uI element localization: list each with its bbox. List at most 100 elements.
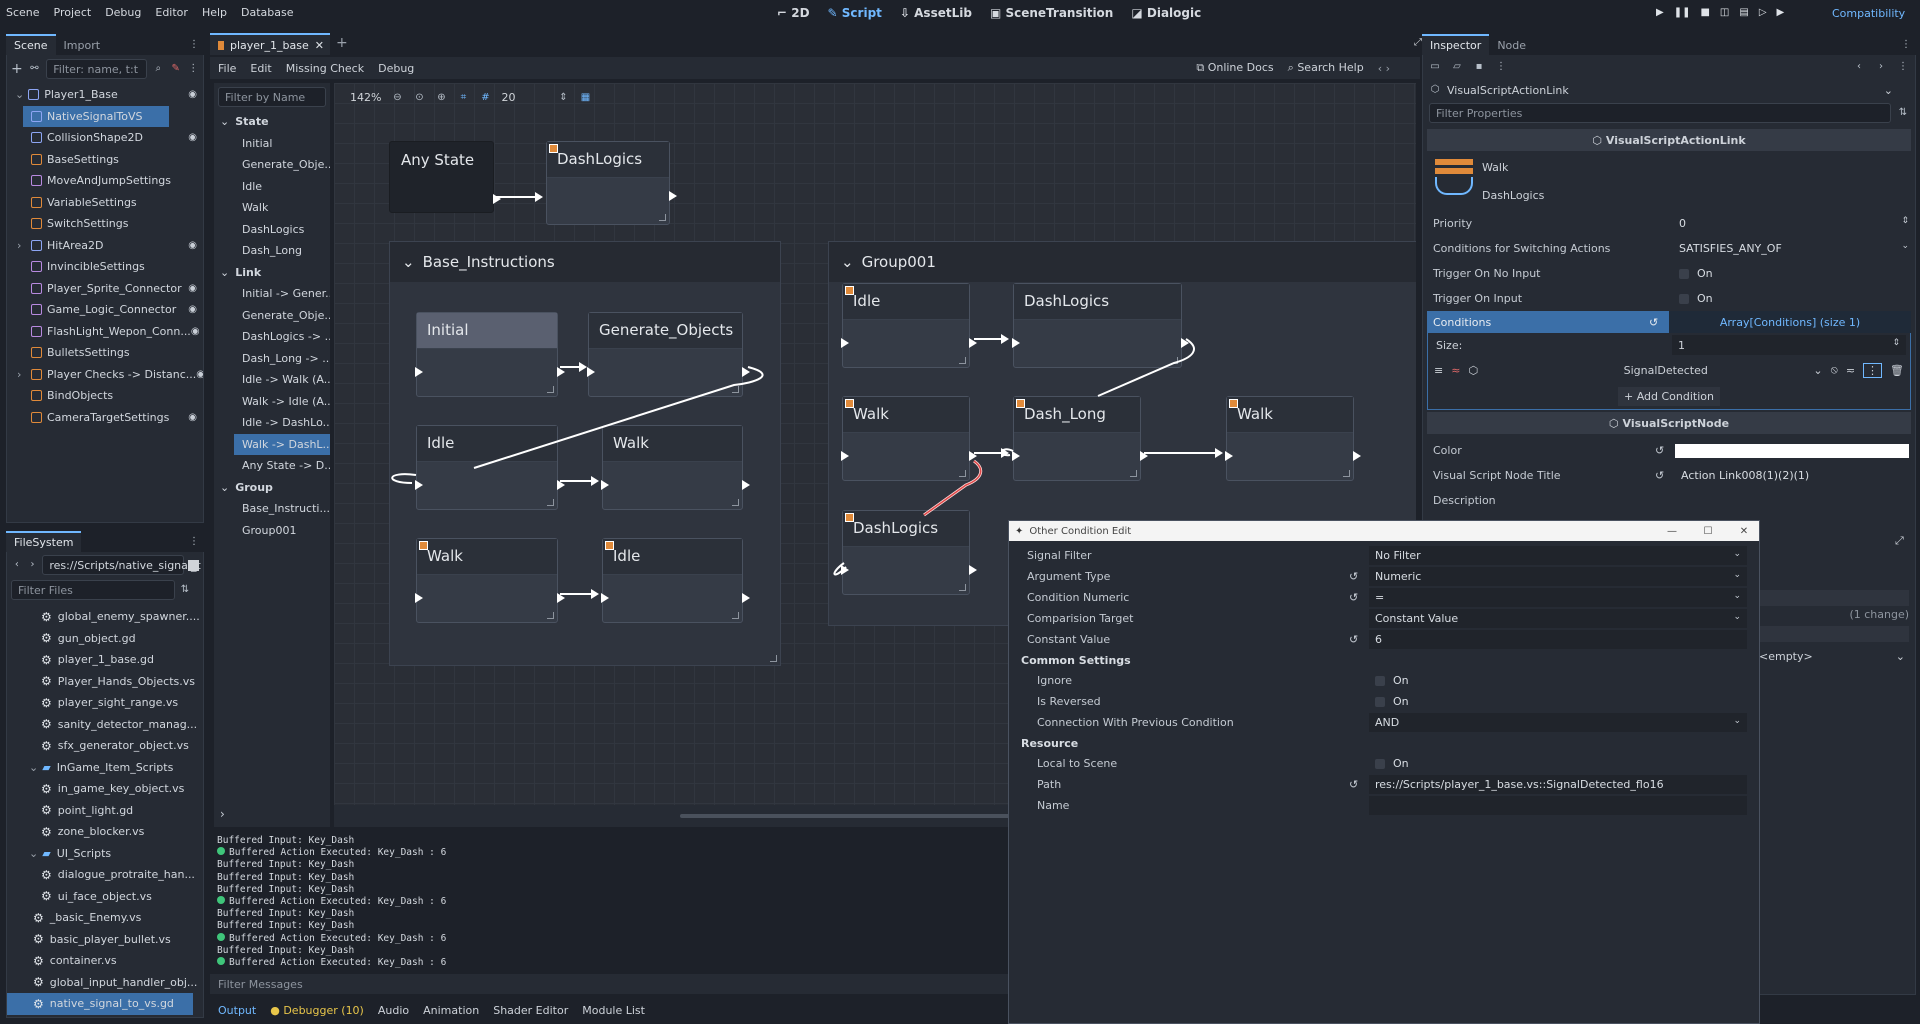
menu-editor[interactable]: Editor — [155, 6, 188, 19]
filter-properties-input[interactable]: Filter Properties — [1429, 103, 1891, 123]
chevron-down-icon[interactable]: ⌄ — [29, 761, 38, 774]
file-tree-item[interactable]: ⚙ _basic_Enemy.vs — [7, 907, 203, 929]
file-tree-item[interactable]: ⚙ point_light.gd — [7, 800, 203, 822]
dialog-value[interactable]: 6 — [1369, 630, 1747, 649]
outline-item[interactable]: Walk -> Idle (A... — [214, 391, 330, 413]
workspace-2d[interactable]: ⌐ 2D — [777, 6, 810, 20]
tab-filesystem[interactable]: FileSystem — [6, 531, 82, 552]
scene-tree-item[interactable]: InvincibleSettings — [7, 256, 203, 278]
link-icon[interactable]: ⚯ — [29, 63, 41, 75]
outline-item[interactable]: Generate_Obje... — [214, 305, 330, 327]
file-tree-item[interactable]: ⌄ ▰ InGame_Item_Scripts — [7, 757, 203, 779]
outline-item[interactable]: DashLogics -> ... — [214, 326, 330, 348]
outline-item[interactable]: Idle -> Walk (A... — [214, 369, 330, 391]
movie-icon[interactable]: ▤ — [1739, 7, 1748, 18]
inspector-value[interactable]: 0 ⇕ — [1673, 213, 1915, 235]
conditions-property[interactable]: Conditions ↺ Array[Conditions] (size 1) — [1427, 311, 1911, 333]
scene-tree-item[interactable]: Game_Logic_Connector ◉ — [7, 299, 203, 321]
scene-tree-item[interactable]: NativeSignalToVS — [23, 105, 169, 127]
file-tree-item[interactable]: ⚙ basic_player_bullet.vs — [7, 929, 203, 951]
clear-icon[interactable]: ⦸ — [1831, 363, 1838, 377]
search-help-link[interactable]: ⌕ Search Help — [1288, 61, 1364, 75]
dialog-value[interactable]: On — [1369, 754, 1747, 773]
file-tree-item[interactable]: ⌄ ▰ UI_Scripts — [7, 843, 203, 865]
script-menu-debug[interactable]: Debug — [378, 62, 414, 75]
dialog-value[interactable]: Numeric ⌄ — [1369, 567, 1747, 586]
outline-item[interactable]: Initial -> Gener... — [214, 283, 330, 305]
tab-inspector[interactable]: Inspector — [1422, 34, 1490, 55]
empty-resource-field[interactable]: <empty> ⌄ — [1759, 647, 1909, 665]
object-selector[interactable]: ⬡ VisualScriptActionLink ⌄ — [1423, 79, 1915, 101]
outline-item[interactable]: Initial — [214, 133, 330, 155]
file-tree-item[interactable]: ⚙ global_enemy_spawner.... — [7, 606, 203, 628]
dialog-value[interactable]: On — [1369, 671, 1747, 690]
dialog-value[interactable]: Constant Value ⌄ — [1369, 609, 1747, 628]
maximize-icon[interactable]: ☐ — [1693, 526, 1723, 537]
outline-item[interactable]: Generate_Obje... — [214, 154, 330, 176]
inspector-value[interactable]: On — [1673, 263, 1915, 285]
add-tab-icon[interactable]: + — [336, 35, 348, 51]
outline-item[interactable]: Group001 — [214, 520, 330, 542]
expand-icon[interactable]: ⤢ — [1895, 534, 1904, 548]
link-generate-idle[interactable] — [473, 366, 764, 469]
file-tree-item[interactable]: ⚙ container.vs — [7, 950, 203, 972]
remote-icon[interactable]: ◫ — [1720, 7, 1729, 18]
close-icon[interactable]: ✕ — [1729, 526, 1759, 537]
scene-tree-item[interactable]: CameraTargetSettings ◉ — [7, 407, 203, 429]
tab-animation[interactable]: Animation — [423, 1004, 479, 1017]
revert-icon[interactable]: ↺ — [1655, 469, 1675, 482]
checkbox[interactable] — [1679, 293, 1689, 304]
workspace-dialogic[interactable]: ◪ Dialogic — [1131, 6, 1201, 20]
workspace-assetlib[interactable]: ⇩ AssetLib — [900, 6, 972, 20]
outline-item[interactable]: DashLogics — [214, 219, 330, 241]
tab-import[interactable]: Import — [56, 36, 109, 55]
collapse-arrow-icon[interactable]: ⌄ — [15, 88, 24, 101]
visibility-icon[interactable]: ◉ — [188, 304, 197, 315]
revert-icon[interactable]: ↺ — [1349, 591, 1369, 604]
scene-tree-item[interactable]: MoveAndJumpSettings — [7, 170, 203, 192]
split-view-icon[interactable] — [188, 559, 199, 571]
outline-item[interactable]: Walk -> DashL... — [234, 433, 330, 455]
outline-item[interactable]: Dash_Long -> ... — [214, 348, 330, 370]
scene-tree-item[interactable]: SwitchSettings — [7, 213, 203, 235]
dialog-value[interactable]: res://Scripts/player_1_base.vs::SignalDe… — [1369, 775, 1747, 794]
scene-tree-item[interactable]: BulletsSettings — [7, 342, 203, 364]
checkbox[interactable] — [1375, 758, 1385, 769]
visibility-icon[interactable]: ◉ — [188, 283, 197, 294]
link-loop3[interactable] — [833, 562, 847, 576]
menu-dots-icon[interactable]: ⋮ — [1900, 39, 1912, 51]
section-visualscriptnode[interactable]: ⬡ VisualScriptNode — [1427, 412, 1911, 434]
stop-icon[interactable]: ■ — [1700, 7, 1709, 18]
file-tree-item[interactable]: ⚙ native_signal_to_vs.gd — [7, 993, 193, 1015]
outline-section-link[interactable]: ⌄ Link — [214, 262, 330, 284]
script-menu-edit[interactable]: Edit — [250, 62, 271, 75]
file-tree-item[interactable]: ⚙ zone_blocker.vs — [7, 821, 203, 843]
outline-section-group[interactable]: ⌄ Group — [214, 477, 330, 499]
visibility-icon[interactable]: ◉ — [188, 132, 197, 143]
menu-scene[interactable]: Scene — [6, 6, 40, 19]
history-icon[interactable]: ⋮ — [1897, 61, 1909, 73]
checkbox[interactable] — [1375, 675, 1385, 686]
add-condition-button[interactable]: + Add Condition — [1428, 383, 1910, 409]
scene-tree-item[interactable]: BindObjects — [7, 385, 203, 407]
history-forward-icon[interactable]: › — [1875, 61, 1887, 73]
renderer-select[interactable]: Compatibility — [1832, 7, 1905, 20]
drag-handle-icon[interactable]: ≡ — [1434, 364, 1443, 377]
edit-icon[interactable]: ≂ — [1846, 364, 1855, 377]
outline-item[interactable]: Idle — [214, 176, 330, 198]
array-size-field[interactable]: 1 ⇕ — [1672, 335, 1906, 355]
script-menu-file[interactable]: File — [218, 62, 236, 75]
pause-icon[interactable]: ❚❚ — [1674, 7, 1691, 18]
add-node-icon[interactable]: + — [11, 62, 23, 76]
close-icon[interactable]: ✕ — [315, 39, 324, 52]
tab-audio[interactable]: Audio — [378, 1004, 409, 1017]
file-tree-item[interactable]: ⚙ sfx_generator_object.vs — [7, 735, 203, 757]
visibility-icon[interactable]: ◉ — [188, 240, 197, 251]
file-tree-item[interactable]: ⚙ player_sight_range.vs — [7, 692, 203, 714]
back-icon[interactable]: ‹ — [11, 559, 23, 571]
scene-tree-item[interactable]: CollisionShape2D ◉ — [7, 127, 203, 149]
revert-icon[interactable]: ↺ — [1649, 316, 1669, 329]
menu-debug[interactable]: Debug — [105, 6, 141, 19]
expand-arrow-icon[interactable]: › — [17, 239, 21, 252]
chevron-down-icon[interactable]: ⌄ — [1901, 241, 1909, 251]
